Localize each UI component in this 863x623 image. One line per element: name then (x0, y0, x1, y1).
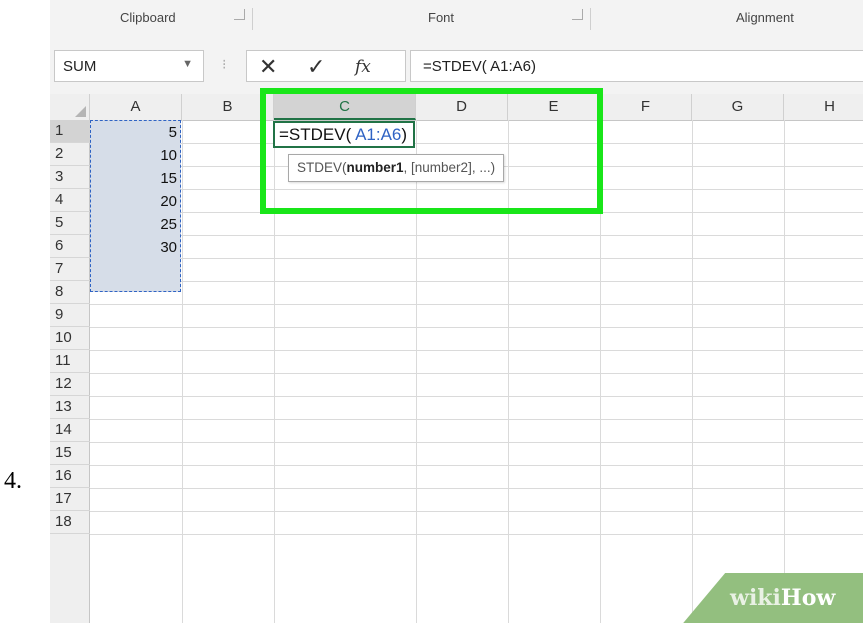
gridline (90, 350, 863, 351)
row-header-18[interactable]: 18 (50, 511, 90, 534)
gridline (90, 304, 863, 305)
insert-function-icon[interactable]: fx (355, 57, 371, 77)
divider (252, 8, 253, 30)
row-header-1[interactable]: 1 (50, 120, 90, 143)
column-header-f[interactable]: F (600, 94, 692, 120)
gridline (90, 419, 863, 420)
row-header-17[interactable]: 17 (50, 488, 90, 511)
gridline (692, 120, 693, 623)
gridline (90, 281, 863, 282)
green-highlight-box (260, 88, 603, 214)
row-header-11[interactable]: 11 (50, 350, 90, 373)
gridline (90, 442, 863, 443)
row-header-15[interactable]: 15 (50, 442, 90, 465)
cell-a1[interactable]: 5 (91, 121, 177, 144)
gridline (90, 511, 863, 512)
cell-a3[interactable]: 15 (91, 167, 177, 190)
selected-range-a1-a6[interactable]: 5 10 15 20 25 30 (90, 120, 181, 292)
row-header-14[interactable]: 14 (50, 419, 90, 442)
ribbon-group-alignment[interactable]: Alignment (736, 10, 794, 25)
row-header-12[interactable]: 12 (50, 373, 90, 396)
column-header-g[interactable]: G (692, 94, 784, 120)
divider (590, 8, 591, 30)
gridline (784, 120, 785, 623)
row-headers: 1 2 3 4 5 6 7 8 9 10 11 12 13 14 15 16 1… (50, 120, 90, 623)
close-icon[interactable]: ✕ (259, 54, 277, 80)
cell-a6[interactable]: 30 (91, 236, 177, 259)
step-number: 4. (4, 468, 22, 494)
gridline (90, 373, 863, 374)
row-header-13[interactable]: 13 (50, 396, 90, 419)
watermark-part1: wiki (730, 585, 781, 611)
formula-text: =STDEV( A1:A6) (423, 58, 536, 75)
row-header-4[interactable]: 4 (50, 189, 90, 212)
excel-screenshot: Clipboard Font Alignment SUM ▼ ⁝ ✕ ✓ fx … (50, 0, 863, 623)
cell-a4[interactable]: 20 (91, 190, 177, 213)
select-all-button[interactable] (50, 94, 90, 120)
column-header-h[interactable]: H (784, 94, 863, 120)
check-icon[interactable]: ✓ (307, 54, 325, 80)
formula-buttons: ✕ ✓ fx (246, 50, 406, 82)
row-header-10[interactable]: 10 (50, 327, 90, 350)
gridline (90, 488, 863, 489)
dialog-launcher-icon[interactable] (234, 9, 245, 20)
cell-a2[interactable]: 10 (91, 144, 177, 167)
row-header-5[interactable]: 5 (50, 212, 90, 235)
watermark-part2: How (780, 585, 836, 611)
gridline (90, 327, 863, 328)
row-header-9[interactable]: 9 (50, 304, 90, 327)
ribbon-group-clipboard[interactable]: Clipboard (120, 10, 176, 25)
row-header-2[interactable]: 2 (50, 143, 90, 166)
row-header-7[interactable]: 7 (50, 258, 90, 281)
row-header-3[interactable]: 3 (50, 166, 90, 189)
formula-input[interactable]: =STDEV( A1:A6) (410, 50, 863, 82)
name-box[interactable]: SUM ▼ (54, 50, 204, 82)
column-header-a[interactable]: A (90, 94, 182, 120)
vertical-dots-icon[interactable]: ⁝ (222, 56, 226, 73)
gridline (90, 465, 863, 466)
name-box-value: SUM (63, 58, 97, 75)
gridline (90, 235, 863, 236)
formula-bar: SUM ▼ ⁝ ✕ ✓ fx =STDEV( A1:A6) (50, 38, 863, 94)
cell-a5[interactable]: 25 (91, 213, 177, 236)
wikihow-watermark: wikiHow (730, 585, 835, 611)
ribbon-group-labels: Clipboard Font Alignment (50, 0, 863, 39)
gridline (90, 534, 863, 535)
dialog-launcher-icon[interactable] (572, 9, 583, 20)
gridline (182, 120, 183, 623)
gridline (90, 396, 863, 397)
ribbon-group-font[interactable]: Font (428, 10, 454, 25)
row-header-8[interactable]: 8 (50, 281, 90, 304)
select-all-triangle-icon (75, 106, 86, 117)
row-header-16[interactable]: 16 (50, 465, 90, 488)
chevron-down-icon[interactable]: ▼ (182, 58, 193, 70)
row-header-6[interactable]: 6 (50, 235, 90, 258)
gridline (90, 258, 863, 259)
